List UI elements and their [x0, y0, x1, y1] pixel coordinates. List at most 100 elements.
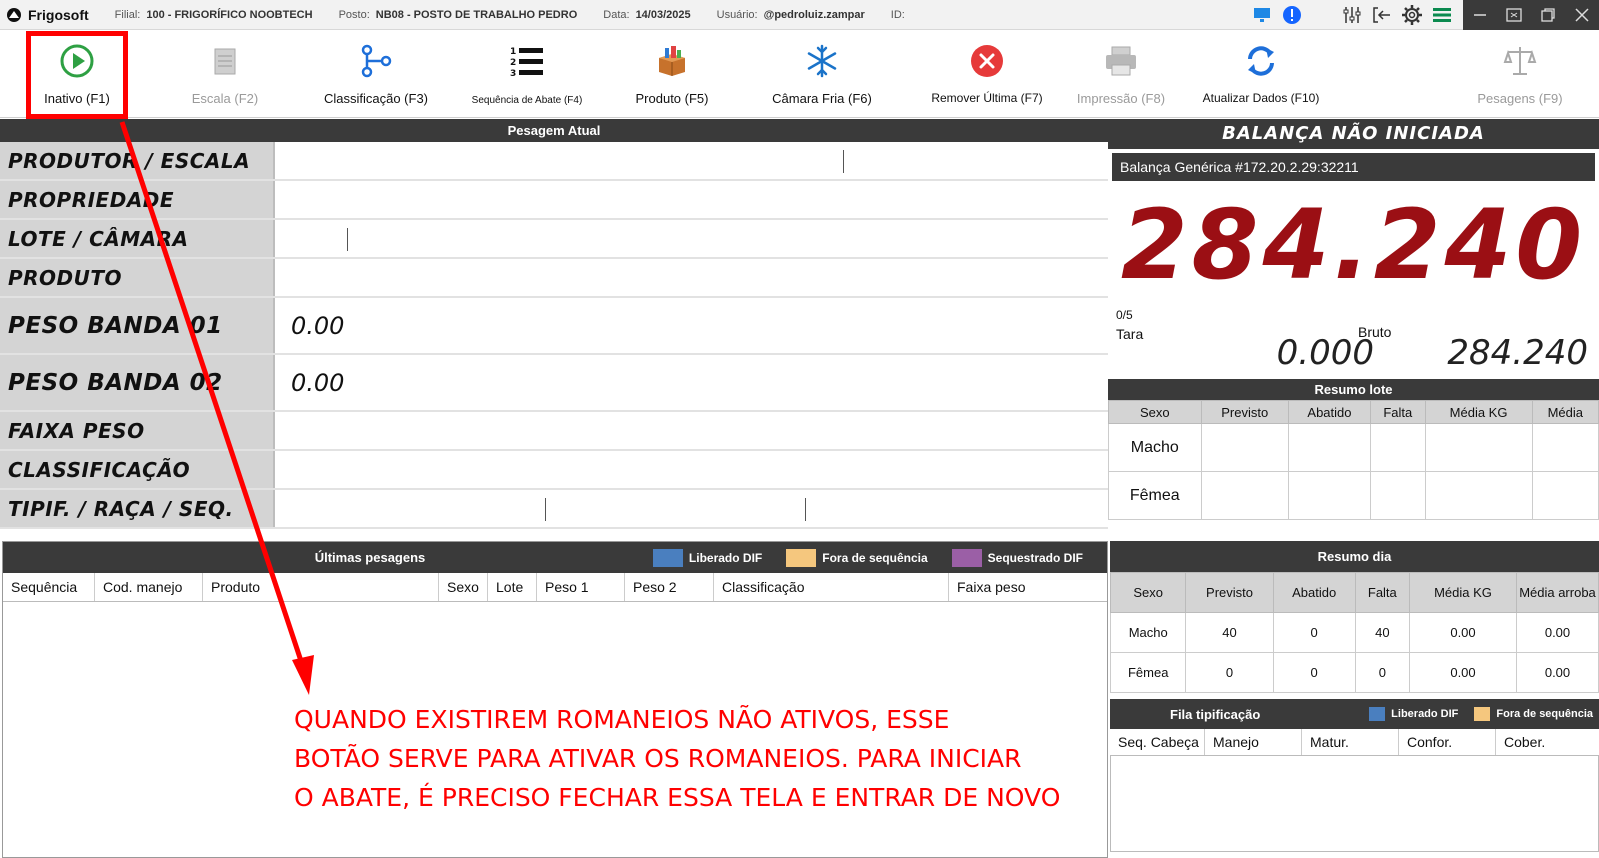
col-lote[interactable]: Lote — [488, 573, 537, 601]
ultimas-pesagens-title: Últimas pesagens — [314, 550, 426, 565]
resumo-dia-title: Resumo dia — [1110, 541, 1599, 572]
svg-text:3: 3 — [510, 69, 516, 78]
tara-label: Tara — [1116, 326, 1144, 342]
propriedade-label: PROPRIEDADE — [0, 181, 275, 218]
rl-header: Sexo — [1108, 400, 1202, 424]
remover-label: Remover Última (F7) — [931, 91, 1043, 105]
ultimas-pesagens-columns: Sequência Cod. manejo Produto Sexo Lote … — [3, 573, 1107, 602]
app-name: Frigosoft — [28, 6, 89, 23]
row-produtor: PRODUTOR / ESCALA — [0, 142, 1108, 181]
produto-button[interactable]: Produto (F5) — [622, 31, 722, 118]
camara-fria-button[interactable]: Câmara Fria (F6) — [762, 31, 882, 118]
row-tipif: TIPIF. / RAÇA / SEQ. — [0, 490, 1108, 529]
numbered-list-icon: 123 — [510, 47, 543, 78]
col-produto[interactable]: Produto — [203, 573, 439, 601]
col-faixa-peso[interactable]: Faixa peso — [949, 573, 1107, 601]
banda2-value: 0.00 — [275, 355, 1108, 410]
id-label: ID: — [890, 8, 905, 21]
escala-button[interactable]: Escala (F2) — [180, 31, 270, 118]
sequencia-abate-button[interactable]: 123 Sequência de Abate (F4) — [462, 31, 592, 118]
gear-icon[interactable] — [1397, 0, 1427, 30]
col-seq-cabeca[interactable]: Seq. Cabeça — [1110, 729, 1205, 755]
produtor-field[interactable] — [275, 142, 1108, 179]
col-sexo[interactable]: Sexo — [439, 573, 488, 601]
tara-value: 0.000 — [1276, 333, 1374, 373]
annotation-line: BOTÃO SERVE PARA ATIVAR OS ROMANEIOS. PA… — [294, 744, 1022, 773]
impressao-button[interactable]: Impressão (F8) — [1066, 31, 1176, 118]
annotation-line: O ABATE, É PRECISO FECHAR ESSA TELA E EN… — [294, 783, 1061, 812]
tipif-field[interactable] — [275, 490, 1108, 527]
classificacao-field[interactable] — [275, 451, 1108, 488]
balanca-name: Balança Genérica #172.20.2.29:32211 — [1112, 153, 1595, 181]
col-manejo[interactable]: Manejo — [1205, 729, 1302, 755]
rd-cell: 40 — [1185, 612, 1274, 653]
rl-sexo-femea: Fêmea — [1108, 471, 1202, 520]
rd-header: Média arroba — [1516, 572, 1599, 613]
posto-value: NB08 - POSTO DE TRABALHO PEDRO — [375, 8, 578, 21]
col-confor[interactable]: Confor. — [1399, 729, 1496, 755]
remover-ultima-button[interactable]: Remover Última (F7) — [912, 31, 1062, 118]
alert-icon[interactable] — [1277, 0, 1307, 30]
col-peso1[interactable]: Peso 1 — [537, 573, 625, 601]
produto-field[interactable] — [275, 259, 1108, 296]
rd-cell: 0.00 — [1516, 652, 1599, 693]
rd-header: Sexo — [1109, 572, 1187, 613]
col-sequencia[interactable]: Sequência — [3, 573, 95, 601]
balanca-title: BALANÇA NÃO INICIADA — [1108, 119, 1599, 149]
rl-header: Média KG — [1424, 400, 1533, 424]
table-row: Fêmea — [1108, 471, 1599, 520]
rd-cell: 0 — [1185, 652, 1274, 693]
table-row: Macho — [1108, 423, 1599, 472]
table-row: Fêmea 0 0 0 0.00 0.00 — [1109, 652, 1599, 693]
classificacao-button[interactable]: Classificação (F3) — [316, 31, 436, 118]
data-label: Data: — [603, 8, 630, 21]
ultimas-pesagens-header: Últimas pesagens Liberado DIF Fora de se… — [3, 542, 1107, 573]
rd-cell: Fêmea — [1109, 652, 1187, 693]
col-classificacao[interactable]: Classificação — [714, 573, 949, 601]
title-bar: Frigosoft Filial: 100 - FRIGORÍFICO NOOB… — [0, 0, 1599, 30]
snowflake-icon — [807, 44, 837, 78]
rl-header: Abatido — [1287, 400, 1372, 424]
filial-label: Filial: — [114, 8, 141, 21]
classificacao-label: Classificação (F3) — [323, 91, 429, 106]
propriedade-field[interactable] — [275, 181, 1108, 218]
branch-icon — [361, 44, 392, 78]
close-icon[interactable] — [1565, 0, 1599, 30]
maximize-icon[interactable] — [1531, 0, 1565, 30]
col-cober[interactable]: Cober. — [1496, 729, 1599, 755]
pesagens-button[interactable]: Pesagens (F9) — [1470, 31, 1570, 118]
sequencia-label: Sequência de Abate (F4) — [471, 95, 583, 106]
row-classificacao: CLASSIFICAÇÃO — [0, 451, 1108, 490]
banda1-value: 0.00 — [275, 298, 1108, 353]
banda2-label: PESO BANDA 02 — [0, 355, 275, 410]
rd-header: Falta — [1354, 572, 1411, 613]
produtor-label: PRODUTOR / ESCALA — [0, 142, 275, 179]
app-window: Frigosoft Filial: 100 - FRIGORÍFICO NOOB… — [0, 0, 1599, 858]
col-matur[interactable]: Matur. — [1302, 729, 1399, 755]
filial-value: 100 - FRIGORÍFICO NOOBTECH — [146, 8, 313, 21]
lote-field[interactable] — [275, 220, 1108, 257]
bruto-value: 284.240 — [1447, 333, 1588, 373]
rd-cell: 0.00 — [1516, 612, 1599, 653]
annotation-line: QUANDO EXISTIREM ROMANEIOS NÃO ATIVOS, E… — [294, 705, 950, 734]
rl-header: Previsto — [1200, 400, 1289, 424]
posto-label: Posto: — [338, 8, 370, 21]
logout-icon[interactable] — [1367, 0, 1397, 30]
monitor-icon[interactable] — [1247, 0, 1277, 30]
minimize-icon[interactable] — [1463, 0, 1497, 30]
col-peso2[interactable]: Peso 2 — [625, 573, 714, 601]
rd-cell: 0 — [1272, 612, 1356, 653]
sliders-icon[interactable] — [1337, 0, 1367, 30]
col-cod-manejo[interactable]: Cod. manejo — [95, 573, 203, 601]
menu-icon[interactable] — [1427, 0, 1457, 30]
faixa-field[interactable] — [275, 412, 1108, 449]
restore-screen-icon[interactable] — [1497, 0, 1531, 30]
rd-header: Previsto — [1185, 572, 1274, 613]
printer-icon — [1106, 46, 1136, 76]
escala-label: Escala (F2) — [191, 91, 259, 106]
pesagens-label: Pesagens (F9) — [1477, 91, 1563, 106]
rd-cell: 0 — [1354, 652, 1411, 693]
atualizar-dados-button[interactable]: Atualizar Dados (F10) — [1196, 31, 1326, 118]
fila-tipificacao-title: Fila tipificação — [1170, 706, 1261, 722]
